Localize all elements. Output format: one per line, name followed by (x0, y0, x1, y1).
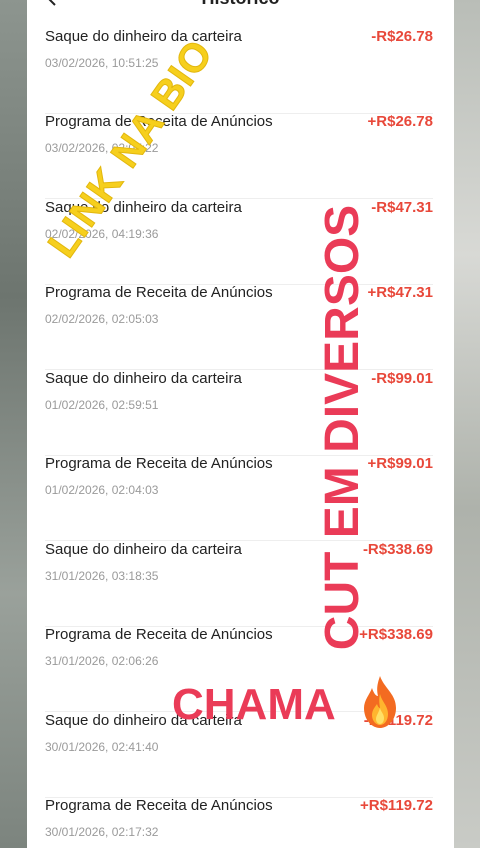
transaction-title: Programa de Receita de Anúncios (45, 284, 273, 301)
transaction-amount: +R$99.01 (367, 455, 433, 472)
transaction-amount: +R$338.69 (359, 626, 433, 643)
transaction-title: Programa de Receita de Anúncios (45, 113, 273, 130)
transaction-date: 30/01/2026, 02:17:32 (45, 825, 159, 839)
transaction-date: 31/01/2026, 02:06:26 (45, 654, 159, 668)
transaction-title: Saque do dinheiro da carteira (45, 28, 242, 45)
transaction-amount: +R$119.72 (360, 797, 433, 814)
transaction-amount: +R$47.31 (367, 284, 433, 301)
transaction-amount: -R$338.69 (362, 541, 433, 558)
transaction-title: Saque do dinheiro da carteira (45, 199, 242, 216)
transaction-date: 31/01/2026, 03:18:35 (45, 569, 159, 583)
transaction-date: 03/02/2026, 10:51:25 (45, 56, 159, 70)
transaction-date: 01/02/2026, 02:04:03 (45, 483, 159, 497)
transaction-title: Saque do dinheiro da carteira (45, 370, 242, 387)
transaction-row[interactable]: Saque do dinheiro da carteira 03/02/2026… (45, 28, 433, 114)
transaction-date: 30/01/2026, 02:41:40 (45, 740, 159, 754)
transaction-title: Programa de Receita de Anúncios (45, 626, 273, 643)
transaction-amount: -R$47.31 (371, 199, 433, 216)
transaction-row[interactable]: Programa de Receita de Anúncios 02/02/20… (45, 284, 433, 370)
transaction-row[interactable]: Programa de Receita de Anúncios 01/02/20… (45, 455, 433, 541)
page-title: Histórico (27, 0, 454, 9)
background-right (454, 0, 480, 848)
transaction-row[interactable]: Saque do dinheiro da carteira 01/02/2026… (45, 370, 433, 456)
header: Histórico (27, 0, 454, 8)
transaction-title: Programa de Receita de Anúncios (45, 797, 273, 814)
transaction-title: Programa de Receita de Anúncios (45, 455, 273, 472)
transaction-amount: -R$26.78 (371, 28, 433, 45)
transaction-row[interactable]: Programa de Receita de Anúncios 03/02/20… (45, 113, 433, 199)
fire-icon (364, 676, 396, 728)
transaction-title: Saque do dinheiro da carteira (45, 712, 242, 729)
transaction-row[interactable]: Programa de Receita de Anúncios 30/01/20… (45, 797, 433, 848)
transaction-amount: -R$99.01 (371, 370, 433, 387)
transaction-date: 02/02/2026, 02:05:03 (45, 312, 159, 326)
transaction-title: Saque do dinheiro da carteira (45, 541, 242, 558)
transaction-amount: +R$26.78 (367, 113, 433, 130)
transaction-row[interactable]: Saque do dinheiro da carteira 31/01/2026… (45, 541, 433, 627)
transaction-date: 03/02/2026, 02:07:22 (45, 141, 159, 155)
background-left (0, 0, 27, 848)
transaction-row[interactable]: Saque do dinheiro da carteira 02/02/2026… (45, 199, 433, 285)
transaction-date: 01/02/2026, 02:59:51 (45, 398, 159, 412)
transaction-date: 02/02/2026, 04:19:36 (45, 227, 159, 241)
